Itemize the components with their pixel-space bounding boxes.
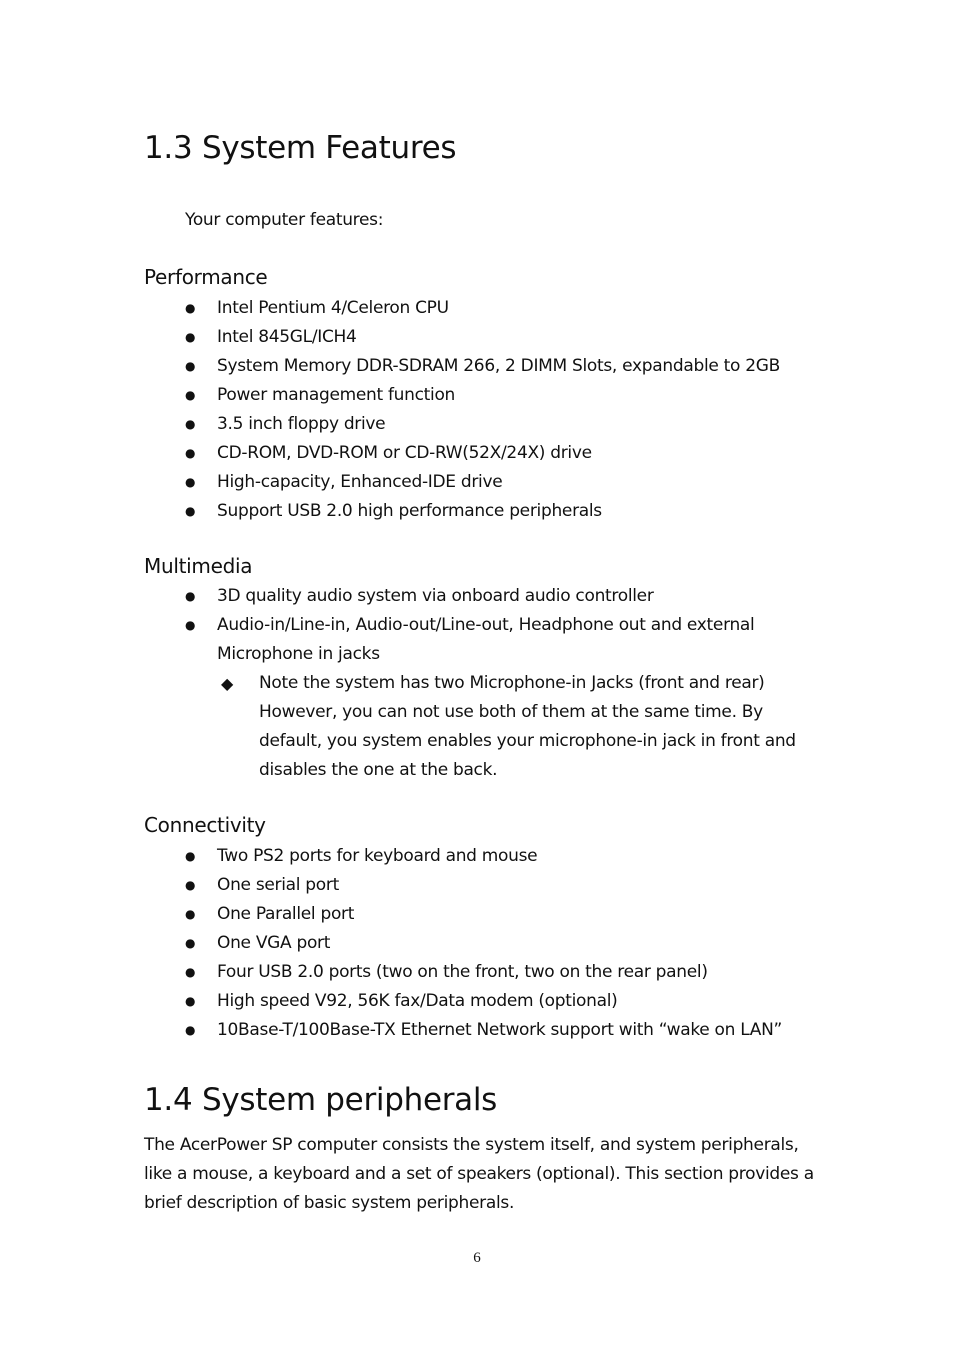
connectivity-list: ● Two PS2 ports for keyboard and mouse ● O… [185,842,782,1045]
list-item: ● One serial port [185,871,782,900]
list-item: ● 10Base-T/100Base-TX Ethernet Network su… [185,1016,782,1045]
list-item: ● 3D quality audio system via onboard aud… [185,582,819,611]
bullet-icon: ● [185,994,196,1008]
list-item: ● Two PS2 ports for keyboard and mouse [185,842,782,871]
list-item: ● 3.5 inch floppy drive [185,410,780,439]
diamond-bullet-icon: ◆ [221,674,234,693]
bullet-icon: ● [185,417,196,431]
page-number: 6 [473,1250,481,1266]
list-item: ● Four USB 2.0 ports (two on the front, t… [185,958,782,987]
bullet-icon: ● [185,475,196,489]
list-item: ● High-capacity, Enhanced-IDE drive [185,468,780,497]
section-heading-peripherals: 1.4 System peripherals [144,1082,498,1118]
document-page: 1.3 System Features Your computer featur… [0,0,954,1351]
bullet-icon: ● [185,301,196,315]
performance-list: ● Intel Pentium 4/Celeron CPU ● Intel 845G… [185,294,780,526]
list-item: ● One VGA port [185,929,782,958]
list-item: ● Power management function [185,381,780,410]
note-text: Note the system has two Microphone-in Ja… [259,673,796,780]
bullet-icon: ● [185,907,196,921]
list-item: ● Intel 845GL/ICH4 [185,323,780,352]
bullet-icon: ● [185,878,196,892]
multimedia-list: ● 3D quality audio system via onboard aud… [185,582,819,785]
bullet-icon: ● [185,849,196,863]
bullet-icon: ● [185,330,196,344]
bullet-icon: ● [185,359,196,373]
bullet-icon: ● [185,446,196,460]
features-intro: Your computer features: [185,210,384,230]
bullet-icon: ● [185,388,196,402]
list-item: ● CD-ROM, DVD-ROM or CD-RW(52X/24X) drive [185,439,780,468]
list-item: ● One Parallel port [185,900,782,929]
group-title-performance: Performance [144,265,268,289]
bullet-icon: ● [185,965,196,979]
list-item: ● High speed V92, 56K fax/Data modem (opt… [185,987,782,1016]
bullet-icon: ● [185,504,196,518]
note-item: ◆ Note the system has two Microphone-in J… [185,669,819,785]
list-item: ● Intel Pentium 4/Celeron CPU [185,294,780,323]
list-item: ● System Memory DDR-SDRAM 266, 2 DIMM Slo… [185,352,780,381]
bullet-icon: ● [185,618,196,632]
peripherals-paragraph: The AcerPower SP computer consists the s… [144,1135,814,1213]
bullet-icon: ● [185,936,196,950]
group-title-multimedia: Multimedia [144,554,253,578]
bullet-icon: ● [185,1023,196,1037]
bullet-icon: ● [185,589,196,603]
group-title-connectivity: Connectivity [144,813,266,837]
list-item: ● Audio-in/Line-in, Audio-out/Line-out, H… [185,611,819,669]
section-heading-features: 1.3 System Features [144,130,457,166]
list-item: ● Support USB 2.0 high performance periph… [185,497,780,526]
